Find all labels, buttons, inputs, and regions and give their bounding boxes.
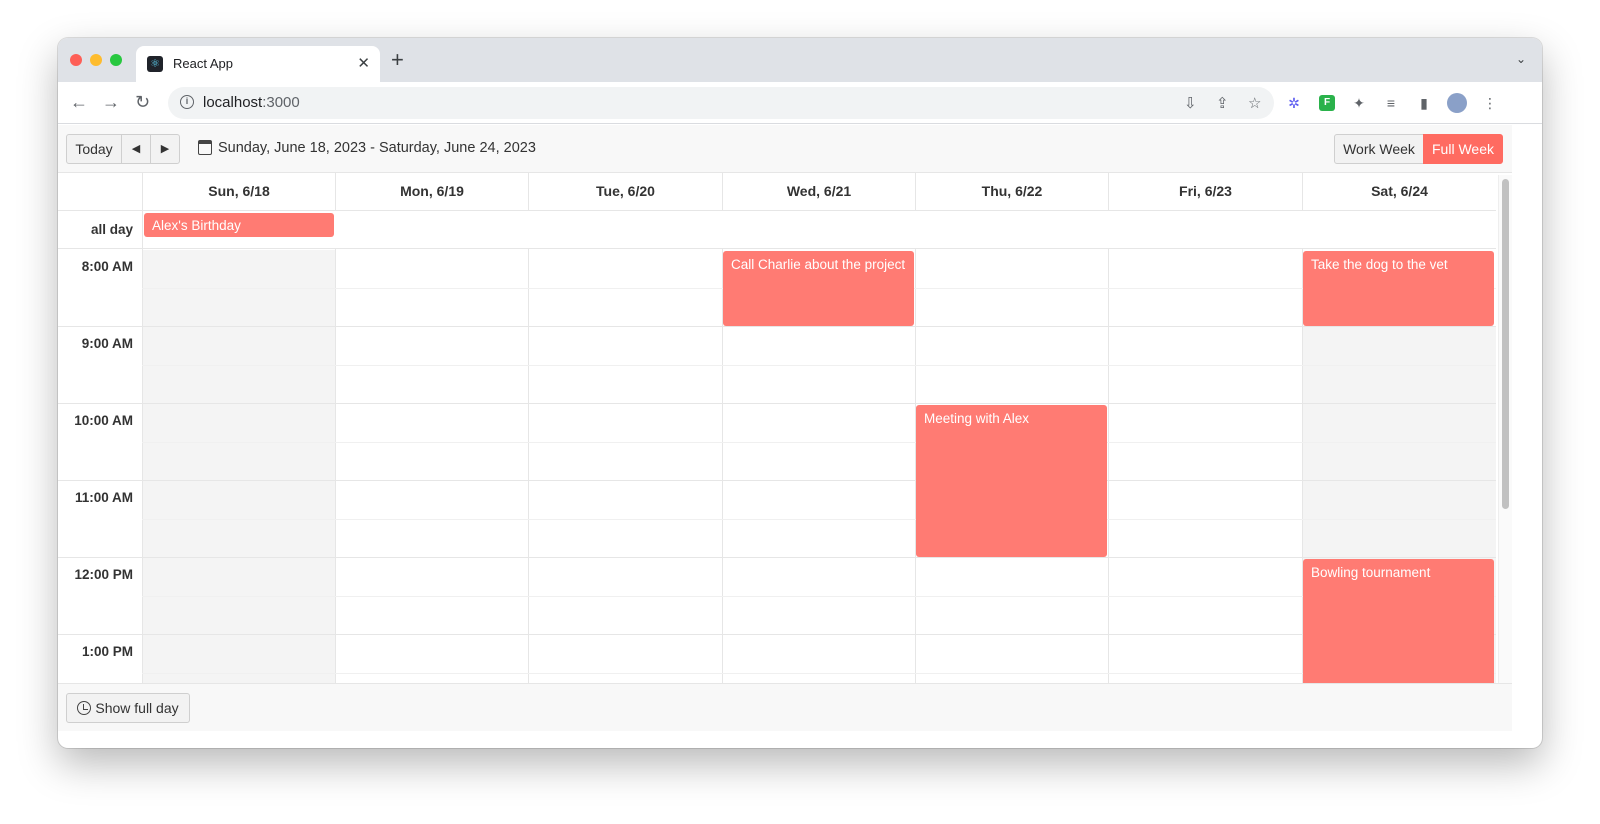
forward-icon[interactable]: → [102, 91, 120, 113]
calendar-toolbar: Today ◀ ▶ Sunday, June 18, 2023 - Saturd… [58, 125, 1512, 173]
browser-toolbar: ← → ↻ i localhost:3000 ⇩ ⇪ ☆ ✲ F ✦ ≡ ▮ ⋮ [58, 82, 1542, 124]
show-full-day-button[interactable]: Show full day [66, 693, 190, 723]
browser-window: ⚛ React App ✕ + ⌄ ← → ↻ i localhost:3000… [58, 38, 1542, 748]
reload-icon[interactable]: ↻ [135, 91, 150, 113]
back-icon[interactable]: ← [70, 91, 88, 113]
time-label: 12:00 PM [74, 567, 133, 582]
day-header-mon: Mon, 6/19 [335, 173, 528, 211]
event-call-charlie[interactable]: Call Charlie about the project [723, 251, 914, 326]
column-divider [1108, 249, 1109, 683]
half-hour-line [142, 442, 1496, 443]
corner-cell [58, 173, 142, 211]
week-grid: Sun, 6/18 Mon, 6/19 Tue, 6/20 Wed, 6/21 … [58, 173, 1512, 683]
url-text: localhost:3000 [203, 94, 300, 111]
half-hour-line [142, 519, 1496, 520]
day-header-thu: Thu, 6/22 [915, 173, 1108, 211]
event-bowling[interactable]: Bowling tournament [1303, 559, 1494, 683]
new-tab-button[interactable]: + [391, 48, 404, 72]
minimize-window-button[interactable] [90, 54, 102, 66]
non-working-column [143, 250, 335, 683]
event-meeting-alex[interactable]: Meeting with Alex [916, 405, 1107, 557]
tab-strip: ⚛ React App ✕ + ⌄ [58, 38, 1542, 82]
time-label: 8:00 AM [81, 259, 133, 274]
day-header-fri: Fri, 6/23 [1108, 173, 1302, 211]
hour-line [58, 326, 1496, 327]
event-dog-vet[interactable]: Take the dog to the vet [1303, 251, 1494, 326]
calendar-icon[interactable] [198, 140, 212, 155]
column-divider [528, 249, 529, 683]
address-bar[interactable]: i localhost:3000 ⇩ ⇪ ☆ [168, 87, 1274, 119]
show-full-day-label: Show full day [95, 700, 179, 716]
close-window-button[interactable] [70, 54, 82, 66]
prev-week-button[interactable]: ◀ [121, 134, 151, 164]
avatar[interactable] [1447, 93, 1467, 113]
info-icon[interactable]: i [180, 95, 194, 109]
hour-line [58, 403, 1496, 404]
extension-icon[interactable]: ✲ [1286, 95, 1302, 111]
column-divider [142, 249, 143, 683]
calendar-app: Today ◀ ▶ Sunday, June 18, 2023 - Saturd… [58, 125, 1512, 731]
half-hour-line [142, 673, 1496, 674]
maximize-window-button[interactable] [110, 54, 122, 66]
day-header-sat: Sat, 6/24 [1302, 173, 1496, 211]
time-label: 1:00 PM [81, 644, 133, 659]
all-day-label: all day [58, 211, 142, 249]
date-range-label[interactable]: Sunday, June 18, 2023 - Saturday, June 2… [218, 140, 536, 156]
share-icon[interactable]: ⇪ [1216, 94, 1229, 112]
more-menu-icon[interactable]: ⋮ [1482, 95, 1498, 111]
all-day-event[interactable]: Alex's Birthday [144, 213, 334, 237]
bookmark-star-icon[interactable]: ☆ [1248, 94, 1261, 112]
time-label: 11:00 AM [74, 490, 133, 505]
scrollbar-thumb[interactable] [1502, 179, 1509, 509]
calendar-footer: Show full day [58, 683, 1512, 731]
work-week-button[interactable]: Work Week [1334, 134, 1424, 164]
tab-react-app[interactable]: ⚛ React App ✕ [136, 46, 380, 82]
sidepanel-icon[interactable]: ▮ [1416, 95, 1432, 111]
react-logo-icon: ⚛ [147, 56, 163, 72]
grid-scrollbar[interactable] [1498, 175, 1512, 683]
today-button[interactable]: Today [66, 134, 122, 164]
next-week-button[interactable]: ▶ [150, 134, 180, 164]
day-header-sun: Sun, 6/18 [142, 173, 335, 211]
half-hour-line [142, 596, 1496, 597]
media-icon[interactable]: ≡ [1383, 95, 1399, 111]
day-header-tue: Tue, 6/20 [528, 173, 722, 211]
install-icon[interactable]: ⇩ [1184, 94, 1197, 112]
all-day-row[interactable] [142, 211, 1496, 249]
clock-icon [77, 701, 91, 715]
time-label: 9:00 AM [81, 336, 133, 351]
hour-line [58, 480, 1496, 481]
day-header-wed: Wed, 6/21 [722, 173, 915, 211]
extension-icon[interactable]: F [1319, 95, 1335, 111]
hour-line [58, 634, 1496, 635]
hour-line [58, 557, 1496, 558]
tab-close-icon[interactable]: ✕ [357, 54, 370, 72]
tab-title: React App [173, 56, 233, 71]
column-divider [335, 249, 336, 683]
full-week-button[interactable]: Full Week [1423, 134, 1503, 164]
puzzle-icon[interactable]: ✦ [1351, 95, 1367, 111]
tab-search-icon[interactable]: ⌄ [1516, 52, 1526, 66]
time-label: 10:00 AM [74, 413, 133, 428]
half-hour-line [142, 365, 1496, 366]
